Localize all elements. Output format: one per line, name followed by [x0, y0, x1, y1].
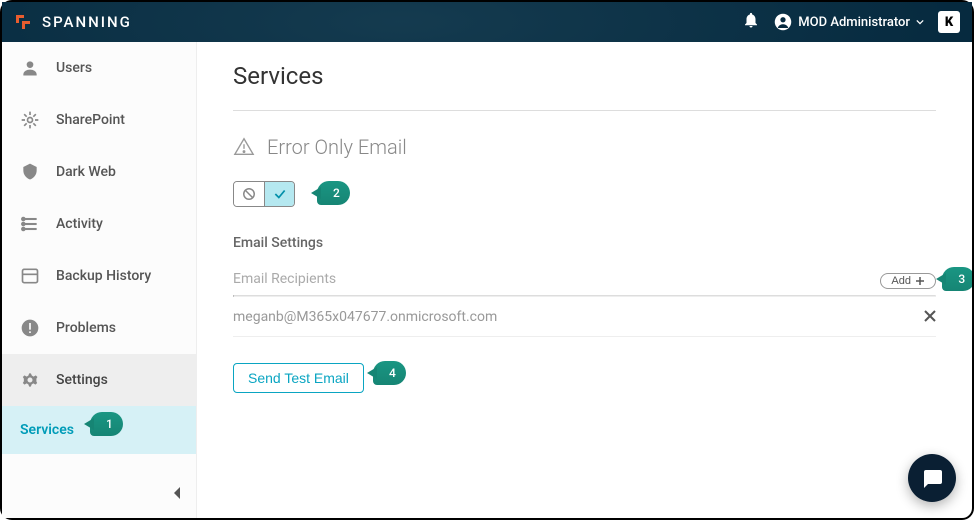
toggle-off-button[interactable]	[234, 182, 264, 206]
plus-icon	[915, 276, 925, 286]
darkweb-icon	[20, 162, 40, 182]
app-header: SPANNING MOD Administrator K	[2, 2, 972, 42]
user-icon	[774, 13, 792, 31]
settings-icon	[20, 370, 40, 390]
recipients-header-row: Email Recipients Add 3	[233, 269, 936, 289]
recipient-email: meganb@M365x047677.onmicrosoft.com	[233, 309, 497, 325]
sidebar-item-label: Problems	[56, 320, 116, 336]
divider	[233, 110, 936, 111]
activity-icon	[20, 214, 40, 234]
email-settings-heading: Email Settings	[233, 235, 936, 251]
toggle-on-button[interactable]	[264, 182, 294, 206]
sidebar-collapse-button[interactable]	[2, 471, 196, 518]
recipients-label: Email Recipients	[233, 271, 336, 287]
recipient-item: meganb@M365x047677.onmicrosoft.com	[233, 297, 936, 337]
sidebar-item-problems[interactable]: Problems	[2, 302, 196, 354]
sidebar: Users SharePoint Dark Web Activity Backu…	[2, 42, 197, 518]
warning-triangle-icon	[233, 136, 255, 158]
brand-logo-icon	[14, 13, 32, 31]
problems-icon	[20, 318, 40, 338]
brand-name: SPANNING	[42, 13, 132, 31]
section-title: Error Only Email	[267, 135, 407, 159]
chat-icon	[920, 466, 944, 490]
sidebar-item-label: Users	[56, 60, 92, 76]
k-badge-icon[interactable]: K	[938, 11, 960, 33]
error-email-toggle[interactable]	[233, 181, 295, 207]
header-brand: SPANNING	[14, 13, 132, 31]
notifications-icon[interactable]	[742, 11, 760, 33]
disable-icon	[242, 187, 256, 201]
sidebar-item-backup-history[interactable]: Backup History	[2, 250, 196, 302]
add-button-label: Add	[891, 275, 911, 287]
sidebar-item-label: Activity	[56, 216, 103, 232]
close-icon	[924, 310, 936, 322]
backup-history-icon	[20, 266, 40, 286]
sidebar-item-sharepoint[interactable]: SharePoint	[2, 94, 196, 146]
sidebar-item-label: Settings	[56, 372, 108, 388]
sidebar-item-label: Services	[20, 422, 74, 438]
main-content: Services Error Only Email 2 Email Settin…	[197, 42, 972, 518]
sidebar-item-label: Dark Web	[56, 164, 116, 180]
send-test-email-button[interactable]: Send Test Email	[233, 363, 364, 393]
sidebar-item-activity[interactable]: Activity	[2, 198, 196, 250]
user-label: MOD Administrator	[798, 15, 910, 30]
section-header: Error Only Email	[233, 135, 936, 159]
sidebar-item-settings[interactable]: Settings	[2, 354, 196, 406]
chevron-left-icon	[172, 486, 182, 500]
add-recipient-button[interactable]: Add	[880, 273, 936, 289]
annotation-badge-4: 4	[373, 361, 406, 385]
page-title: Services	[233, 62, 936, 90]
chevron-down-icon	[916, 18, 924, 26]
sharepoint-icon	[20, 110, 40, 130]
annotation-badge-2: 2	[317, 181, 350, 205]
sidebar-item-label: Backup History	[56, 268, 151, 284]
header-right: MOD Administrator K	[742, 11, 960, 33]
user-menu[interactable]: MOD Administrator	[774, 13, 924, 31]
annotation-badge-3: 3	[942, 267, 972, 291]
sidebar-item-services[interactable]: Services 1	[2, 406, 196, 454]
sidebar-item-users[interactable]: Users	[2, 42, 196, 94]
check-icon	[273, 187, 287, 201]
remove-recipient-button[interactable]	[924, 307, 936, 326]
sidebar-item-label: SharePoint	[56, 112, 125, 128]
annotation-badge-1: 1	[90, 412, 123, 436]
users-icon	[20, 58, 40, 78]
chat-support-button[interactable]	[908, 454, 956, 502]
sidebar-item-darkweb[interactable]: Dark Web	[2, 146, 196, 198]
